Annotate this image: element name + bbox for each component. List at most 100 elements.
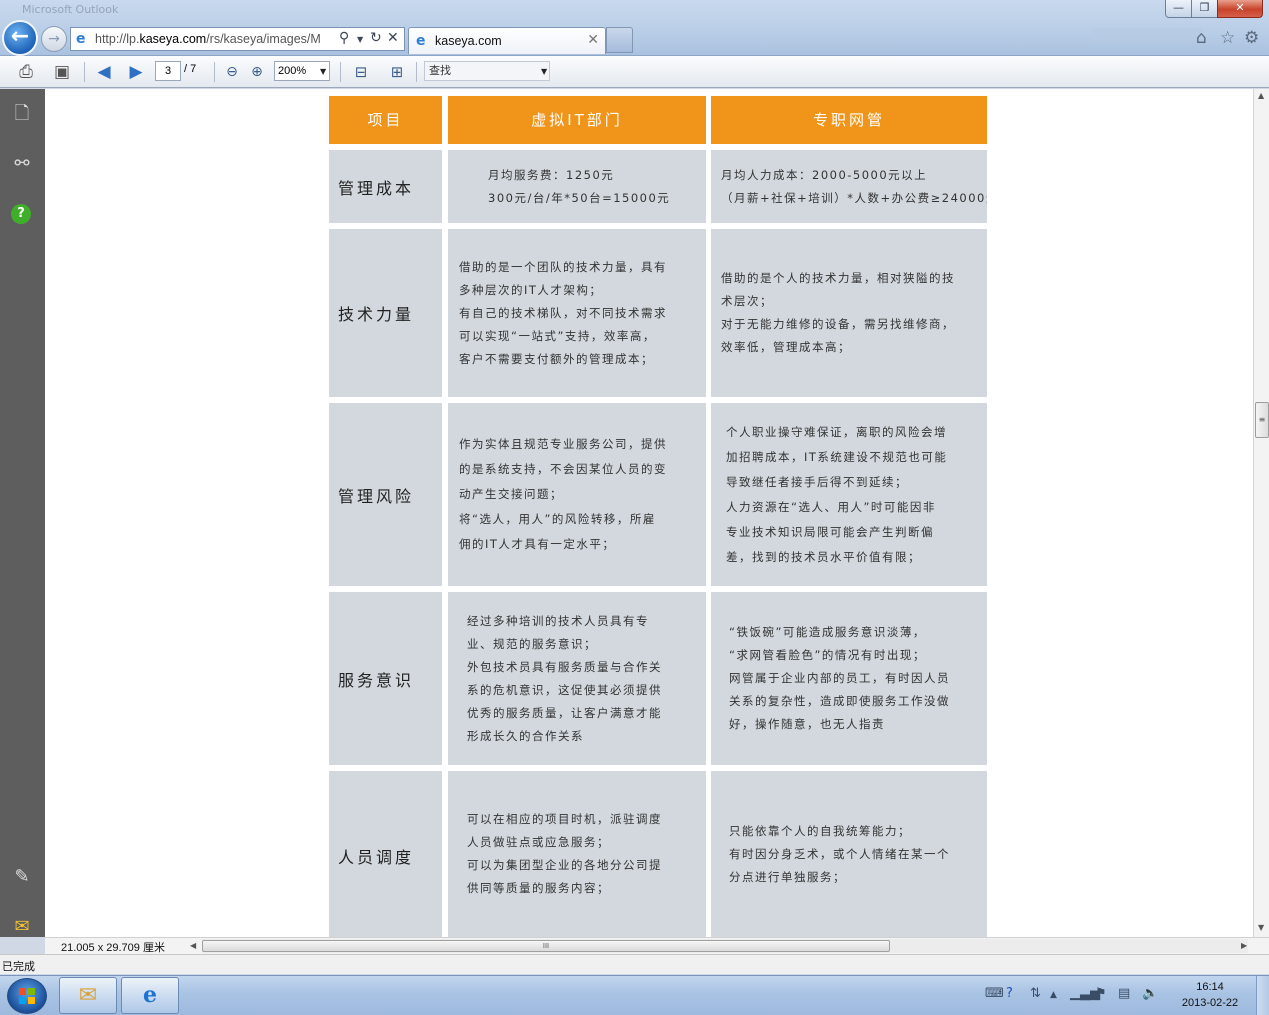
toolbar-separator: [214, 62, 215, 82]
tab-close-icon[interactable]: ✕: [587, 32, 599, 48]
cell-virtual: 借助的是一个团队的技术力量，具有 多种层次的IT人才架构； 有自己的技术梯队，对…: [448, 229, 706, 397]
keyboard-tray-icon[interactable]: ⌨: [985, 986, 1004, 1001]
show-desktop-button[interactable]: [1256, 976, 1269, 1015]
window-title: Microsoft Outlook: [22, 3, 119, 16]
ie-taskbar-button[interactable]: e: [121, 977, 179, 1014]
maximize-button[interactable]: ❐: [1191, 0, 1218, 18]
cell-line: “求网管看脸色”的情况有时出现；: [729, 648, 926, 662]
cell-line: 的是系统支持，不会因某位人员的变: [459, 462, 667, 476]
print-icon[interactable]: ⎙: [14, 61, 38, 83]
cell-line: 人力资源在“选人、用人”时可能因非: [726, 499, 936, 514]
find-dropdown-icon[interactable]: ▼: [541, 67, 547, 76]
volume-tray-icon[interactable]: 🔈: [1142, 986, 1158, 1001]
row-label: 管理风险: [329, 403, 442, 586]
stop-icon[interactable]: ✕: [387, 30, 399, 46]
pages-icon[interactable]: 🗋: [10, 102, 34, 126]
cell-line: 关系的复杂性，造成即使服务工作没做: [729, 694, 950, 708]
attachment-paperclip-icon[interactable]: ✎: [10, 865, 34, 889]
next-page-icon[interactable]: ▶: [124, 61, 148, 83]
prev-page-icon[interactable]: ◀: [92, 61, 116, 83]
toolbar-separator: [416, 62, 417, 82]
cell-line: 经过多种培训的技术人员具有专: [467, 613, 649, 628]
cell-line: 作为实体且规范专业服务公司，提供: [459, 437, 667, 451]
help-tray-icon[interactable]: ?: [1006, 986, 1013, 1001]
cell-dedicated: 只能依靠个人的自我统筹能力； 有时因分身乏术，或个人情绪在某一个 分点进行单独服…: [711, 771, 987, 937]
toolbar-separator: [84, 62, 85, 82]
favorites-star-icon[interactable]: ☆: [1220, 28, 1235, 48]
scroll-up-icon[interactable]: ▲: [1258, 91, 1264, 100]
start-button[interactable]: [7, 978, 47, 1014]
cell-line: 外包技术员具有服务质量与合作关: [467, 659, 662, 674]
row-label: 人员调度: [329, 771, 442, 937]
show-hidden-icons[interactable]: ▲: [1050, 990, 1057, 1000]
zoom-in-icon[interactable]: ⊕: [247, 61, 267, 83]
cell-dedicated: 月均人力成本：2000-5000元以上 （月薪+社保+培训）*人数+办公费≥24…: [711, 150, 987, 223]
cell-line: 业、规范的服务意识；: [467, 636, 597, 651]
forward-button[interactable]: →: [41, 26, 67, 52]
flag-tray-icon[interactable]: ⚑: [1095, 986, 1107, 1001]
clock-time: 16:14: [1196, 981, 1224, 993]
clock-date: 2013-02-22: [1181, 997, 1239, 1009]
ie-tab-icon: e: [416, 33, 426, 49]
cell-line: 动产生交接问题；: [459, 487, 563, 501]
cell-line: 借助的是个人的技术力量，相对狭隘的技: [721, 271, 955, 285]
cell-virtual: 作为实体且规范专业服务公司，提供 的是系统支持，不会因某位人员的变 动产生交接问…: [448, 403, 706, 586]
row-label: 服务意识: [329, 592, 442, 765]
fit-page-icon[interactable]: ⊞: [386, 61, 408, 83]
find-input[interactable]: 查找: [424, 61, 550, 81]
cell-line: 可以在相应的项目时机，派驻调度: [467, 812, 662, 826]
back-button[interactable]: ←: [2, 20, 38, 56]
scroll-left-icon[interactable]: ◀: [190, 941, 196, 950]
cell-line: 形成长久的合作关系: [467, 728, 584, 743]
settings-gear-icon[interactable]: ⚙: [1244, 28, 1259, 48]
search-icon[interactable]: ⚲: [339, 30, 349, 46]
network-tray-icon[interactable]: ⇅: [1030, 986, 1041, 1001]
zoom-dropdown-icon[interactable]: ▼: [320, 67, 326, 76]
vertical-scrollbar[interactable]: ▲ ≡ ▼: [1253, 89, 1269, 937]
save-icon[interactable]: ▣: [50, 61, 74, 83]
cell-line: 300元/台/年*50台=15000元: [488, 190, 671, 205]
refresh-icon[interactable]: ↻: [370, 30, 382, 46]
cell-virtual: 可以在相应的项目时机，派驻调度 人员做驻点或应急服务； 可以为集团型企业的各地分…: [448, 771, 706, 937]
toolbar-separator: [340, 62, 341, 82]
comments-icon[interactable]: ✉: [10, 915, 34, 939]
cell-line: 人员做驻点或应急服务；: [467, 835, 610, 849]
vertical-scroll-thumb[interactable]: ≡: [1255, 402, 1269, 438]
horizontal-scrollbar[interactable]: III: [202, 939, 1248, 953]
outlook-taskbar-button[interactable]: ✉: [59, 977, 117, 1014]
device-tray-icon[interactable]: ▤: [1118, 986, 1130, 1001]
tray-clock[interactable]: 16:14 2013-02-22: [1170, 979, 1250, 1011]
cell-line: 借助的是一个团队的技术力量，具有: [459, 259, 667, 274]
address-bar[interactable]: e http://lp.kaseya.com/rs/kaseya/images/…: [70, 27, 405, 51]
row-label: 管理成本: [329, 150, 442, 223]
browser-chrome: Microsoft Outlook — ❐ ✕ ← → e http://lp.…: [0, 0, 1269, 56]
cell-line: 可以为集团型企业的各地分公司提: [467, 858, 662, 872]
pdf-document-view[interactable]: 项目 虚拟IT部门 专职网管 管理成本 月均服务费：1250元 300元/台/年…: [45, 89, 1253, 937]
new-tab-button[interactable]: [606, 27, 633, 53]
cell-line: 客户不需要支付额外的管理成本；: [459, 351, 654, 366]
address-url[interactable]: http://lp.kaseya.com/rs/kaseya/images/M: [95, 32, 335, 46]
search-dropdown-icon[interactable]: ▼: [357, 35, 363, 44]
cell-dedicated: 借助的是个人的技术力量，相对狭隘的技 术层次； 对于无能力维修的设备，需另找维修…: [711, 229, 987, 397]
cell-line: 对于无能力维修的设备，需另找维修商，: [721, 317, 955, 331]
scroll-down-icon[interactable]: ▼: [1258, 923, 1264, 932]
fit-width-icon[interactable]: ⊟: [350, 61, 372, 83]
cell-line: 月均服务费：1250元: [488, 167, 615, 182]
minimize-button[interactable]: —: [1165, 0, 1192, 18]
tab-label: kaseya.com: [435, 34, 502, 48]
home-icon[interactable]: ⌂: [1196, 28, 1207, 48]
scroll-right-icon[interactable]: ▶: [1241, 941, 1247, 950]
tab-kaseya[interactable]: e kaseya.com ✕: [408, 27, 606, 54]
close-window-button[interactable]: ✕: [1217, 0, 1263, 18]
cell-line: 加招聘成本，IT系统建设不规范也可能: [726, 449, 948, 464]
page-total: / 7: [184, 63, 197, 75]
page-number-input[interactable]: 3: [155, 61, 181, 81]
cell-line: 分点进行单独服务；: [729, 870, 846, 884]
ie-status-bar: 已完成: [0, 954, 1269, 974]
horizontal-scroll-thumb[interactable]: III: [202, 940, 890, 952]
binoculars-icon[interactable]: ⚯: [10, 152, 34, 176]
zoom-out-icon[interactable]: ⊖: [222, 61, 242, 83]
header-virtual-it: 虚拟IT部门: [448, 96, 706, 144]
help-icon[interactable]: ?: [11, 204, 31, 224]
cell-line: 效率低，管理成本高；: [721, 340, 851, 354]
